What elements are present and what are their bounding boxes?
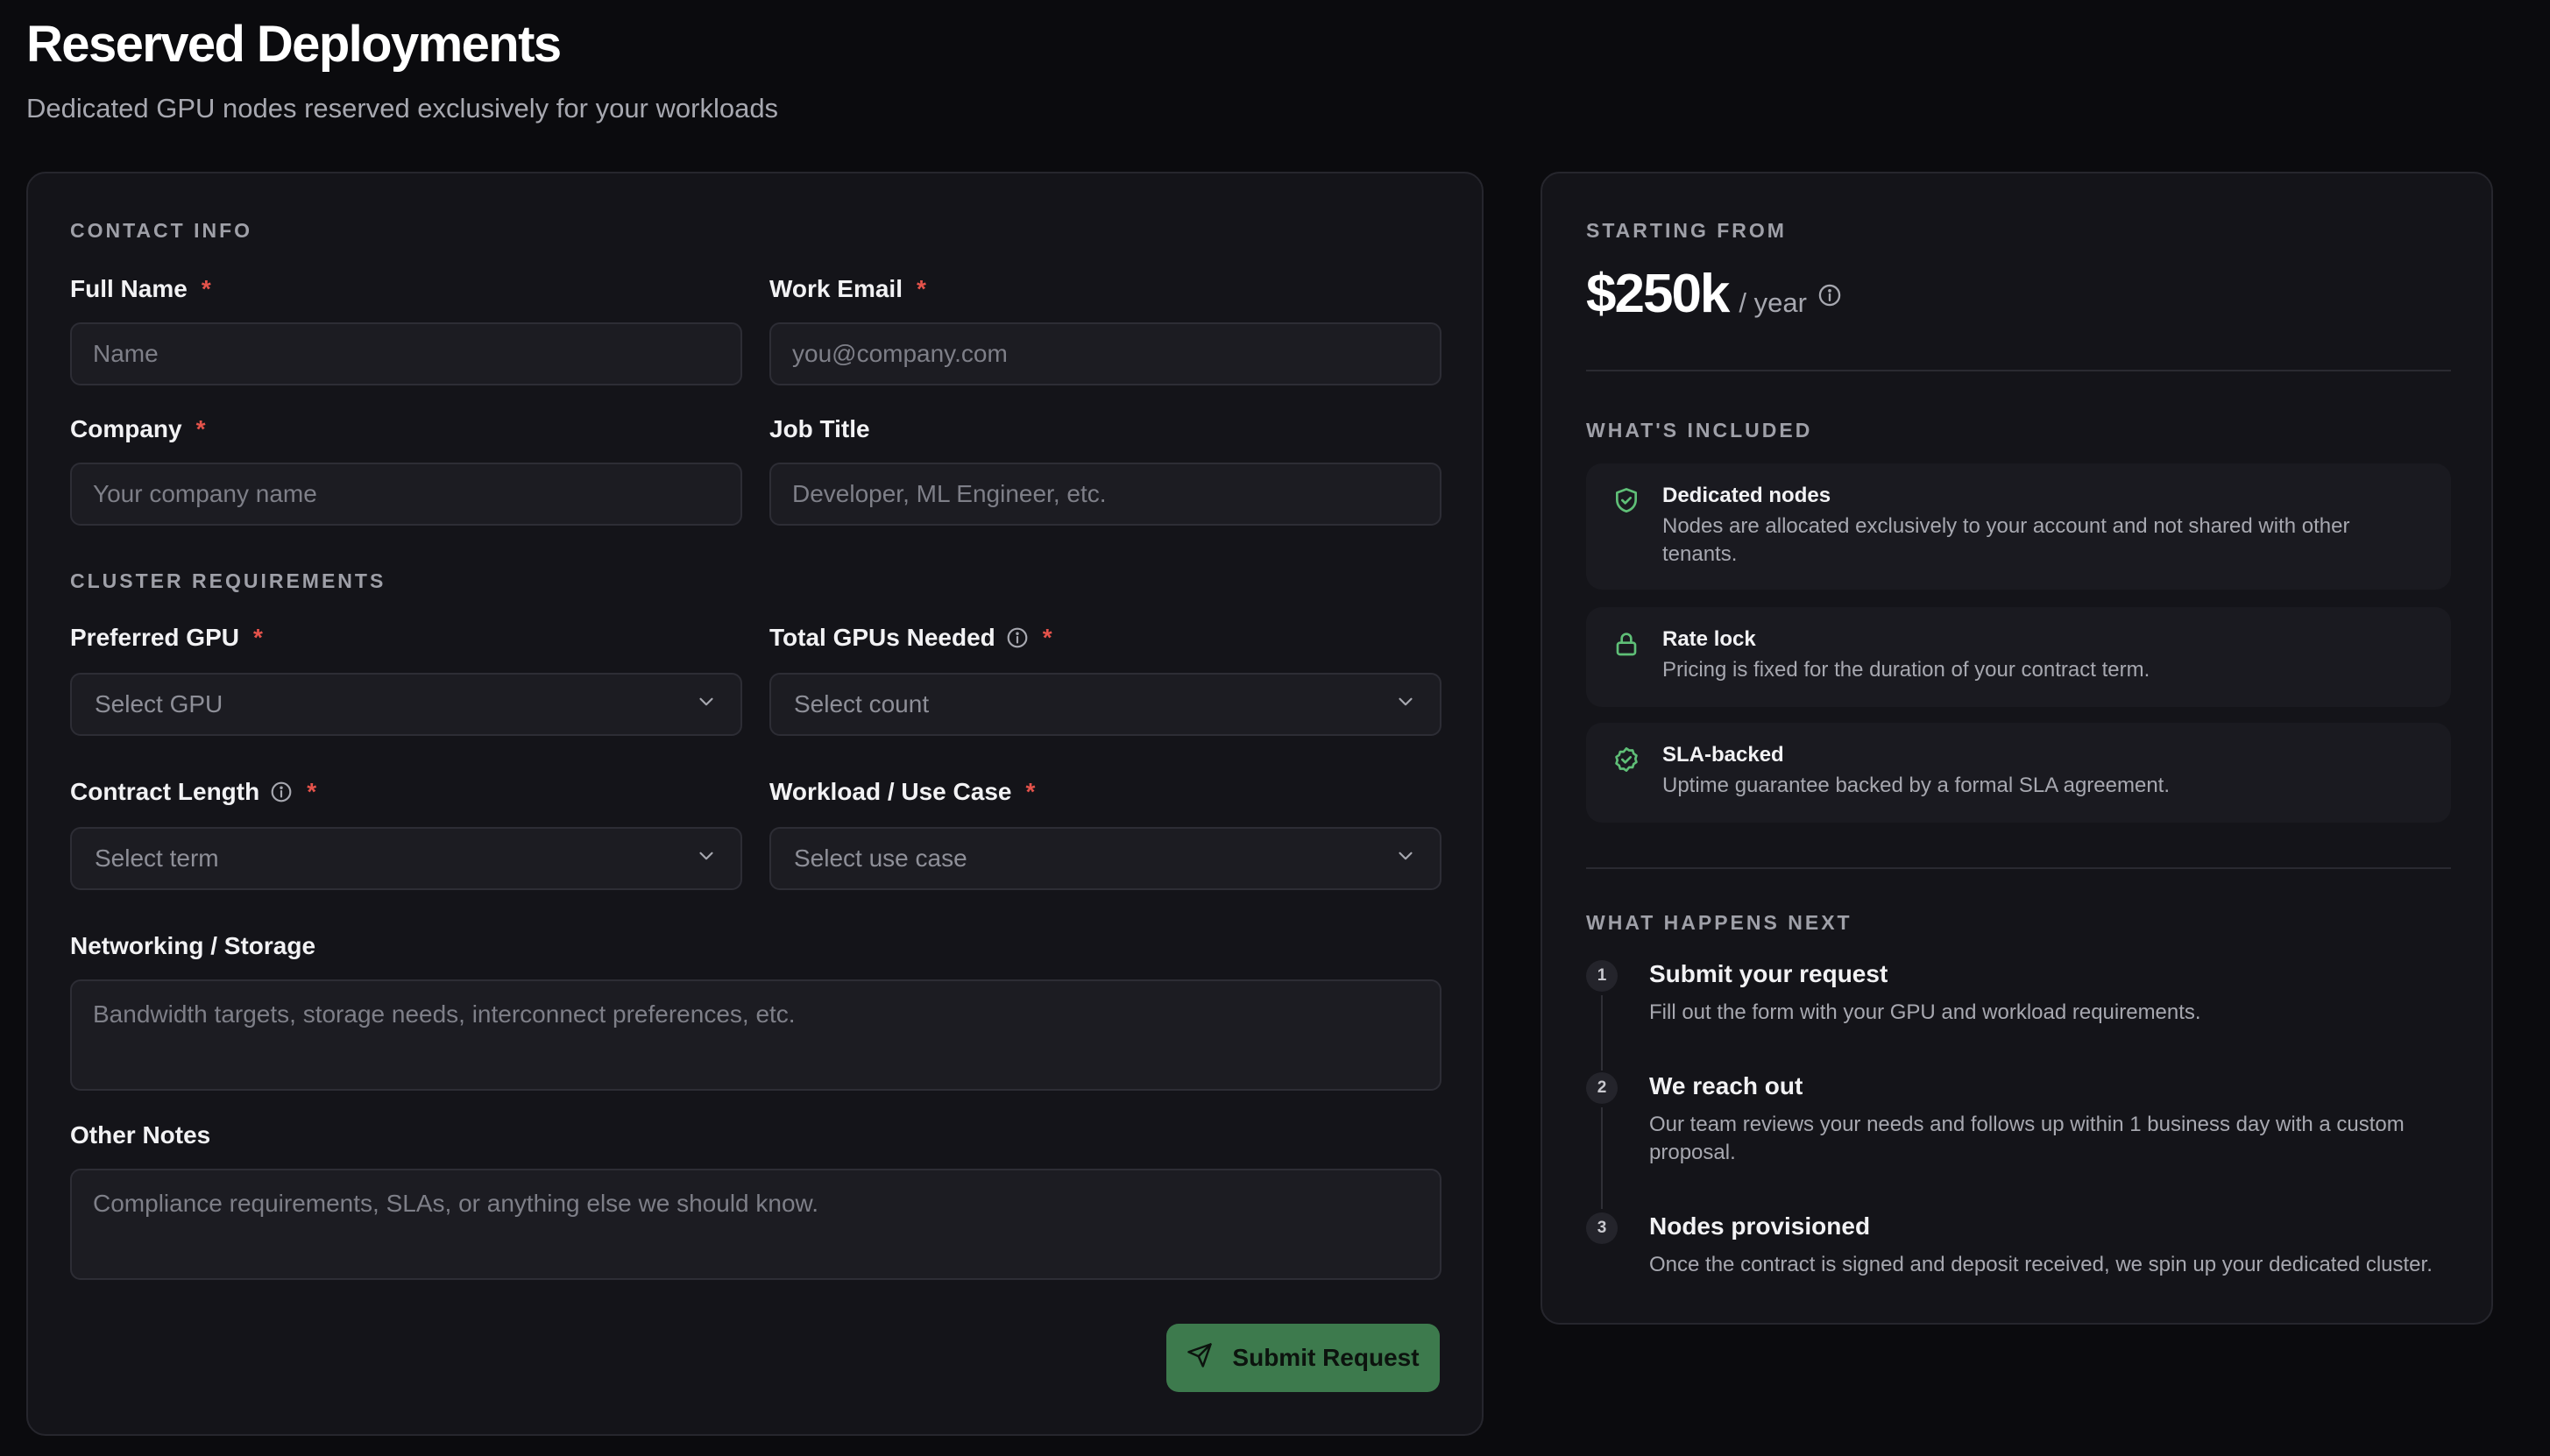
info-icon[interactable] — [1817, 283, 1842, 312]
preferred-gpu-label: Preferred GPU * — [70, 622, 263, 654]
submit-request-button[interactable]: Submit Request — [1166, 1324, 1440, 1392]
what-happens-next-label: WHAT HAPPENS NEXT — [1586, 911, 1852, 934]
feature-title: SLA-backed — [1662, 743, 1784, 767]
step-connector — [1601, 995, 1603, 1071]
check-badge-icon — [1612, 746, 1640, 778]
total-gpus-label-text: Total GPUs Needed — [769, 624, 995, 651]
required-indicator: * — [195, 415, 206, 442]
step-title: Submit your request — [1649, 960, 1888, 987]
info-icon[interactable] — [1006, 626, 1029, 649]
preferred-gpu-label-text: Preferred GPU — [70, 624, 239, 651]
lock-icon — [1612, 630, 1640, 662]
cluster-requirements-section-label: CLUSTER REQUIREMENTS — [70, 569, 386, 592]
required-indicator: * — [916, 275, 926, 302]
step-title: We reach out — [1649, 1072, 1803, 1099]
step-title: Nodes provisioned — [1649, 1212, 1871, 1240]
job-title-label-text: Job Title — [769, 415, 870, 442]
contract-length-select-value: Select term — [95, 845, 219, 872]
networking-textarea[interactable] — [70, 979, 1441, 1091]
step-description: Fill out the form with your GPU and work… — [1649, 1000, 2201, 1024]
page-title: Reserved Deployments — [26, 16, 562, 73]
pricing-info-card: STARTING FROM $250k / year WHAT'S INCLUD… — [1541, 172, 2493, 1325]
price-amount: $250k — [1586, 264, 1730, 324]
step-number: 3 — [1586, 1212, 1618, 1244]
whats-included-label: WHAT'S INCLUDED — [1586, 419, 1813, 442]
contract-length-select[interactable]: Select term — [70, 827, 742, 890]
feature-title: Dedicated nodes — [1662, 484, 1831, 507]
feature-title: Rate lock — [1662, 627, 1756, 651]
feature-dedicated-nodes: Dedicated nodes Nodes are allocated excl… — [1586, 463, 2451, 590]
request-form-card: CONTACT INFO Full Name * Work Email * Comp… — [26, 172, 1484, 1436]
step-number: 2 — [1586, 1072, 1618, 1104]
required-indicator: * — [252, 624, 263, 651]
work-email-label-text: Work Email — [769, 275, 903, 302]
required-indicator: * — [1042, 624, 1052, 651]
contract-length-label-text: Contract Length — [70, 778, 260, 805]
step-description: Once the contract is signed and deposit … — [1649, 1253, 2433, 1276]
preferred-gpu-select-value: Select GPU — [95, 690, 223, 717]
workload-label-text: Workload / Use Case — [769, 778, 1012, 805]
workload-label: Workload / Use Case * — [769, 776, 1035, 808]
required-indicator: * — [307, 778, 317, 805]
step-connector — [1601, 1107, 1603, 1209]
price-display: $250k / year — [1586, 263, 1842, 325]
total-gpus-select-value: Select count — [794, 690, 930, 717]
feature-description: Pricing is fixed for the duration of you… — [1662, 658, 2150, 682]
feature-description: Uptime guarantee backed by a formal SLA … — [1662, 774, 2170, 797]
contract-length-label: Contract Length * — [70, 776, 316, 808]
divider — [1586, 867, 2451, 869]
other-notes-label-text: Other Notes — [70, 1121, 211, 1149]
total-gpus-select[interactable]: Select count — [769, 673, 1441, 736]
shield-check-icon — [1612, 486, 1640, 519]
company-label: Company * — [70, 413, 205, 445]
chevron-down-icon — [1394, 845, 1417, 873]
workload-select[interactable]: Select use case — [769, 827, 1441, 890]
divider — [1586, 370, 2451, 371]
step-description: Our team reviews your needs and follows … — [1649, 1113, 2405, 1164]
company-label-text: Company — [70, 415, 182, 442]
full-name-label-text: Full Name — [70, 275, 188, 302]
other-notes-label: Other Notes — [70, 1120, 210, 1151]
page-subtitle: Dedicated GPU nodes reserved exclusively… — [26, 93, 779, 124]
networking-label: Networking / Storage — [70, 930, 315, 962]
send-icon — [1186, 1342, 1213, 1375]
chevron-down-icon — [1394, 690, 1417, 719]
work-email-label: Work Email * — [769, 273, 926, 305]
feature-description: Nodes are allocated exclusively to your … — [1662, 514, 2350, 566]
contact-info-section-label: CONTACT INFO — [70, 219, 253, 242]
other-notes-textarea[interactable] — [70, 1169, 1441, 1280]
feature-sla-backed: SLA-backed Uptime guarantee backed by a … — [1586, 723, 2451, 823]
required-indicator: * — [201, 275, 211, 302]
job-title-input[interactable] — [769, 463, 1441, 526]
full-name-input[interactable] — [70, 322, 742, 385]
workload-select-value: Select use case — [794, 845, 967, 872]
submit-request-label: Submit Request — [1232, 1344, 1420, 1371]
info-icon[interactable] — [270, 781, 293, 803]
chevron-down-icon — [695, 690, 718, 719]
chevron-down-icon — [695, 845, 718, 873]
networking-label-text: Networking / Storage — [70, 932, 316, 959]
starting-from-label: STARTING FROM — [1586, 219, 1787, 242]
job-title-label: Job Title — [769, 413, 870, 445]
preferred-gpu-select[interactable]: Select GPU — [70, 673, 742, 736]
required-indicator: * — [1025, 778, 1036, 805]
work-email-input[interactable] — [769, 322, 1441, 385]
price-unit: / year — [1739, 287, 1807, 318]
feature-rate-lock: Rate lock Pricing is fixed for the durat… — [1586, 607, 2451, 707]
company-input[interactable] — [70, 463, 742, 526]
total-gpus-label: Total GPUs Needed * — [769, 622, 1052, 654]
step-number: 1 — [1586, 960, 1618, 992]
full-name-label: Full Name * — [70, 273, 211, 305]
